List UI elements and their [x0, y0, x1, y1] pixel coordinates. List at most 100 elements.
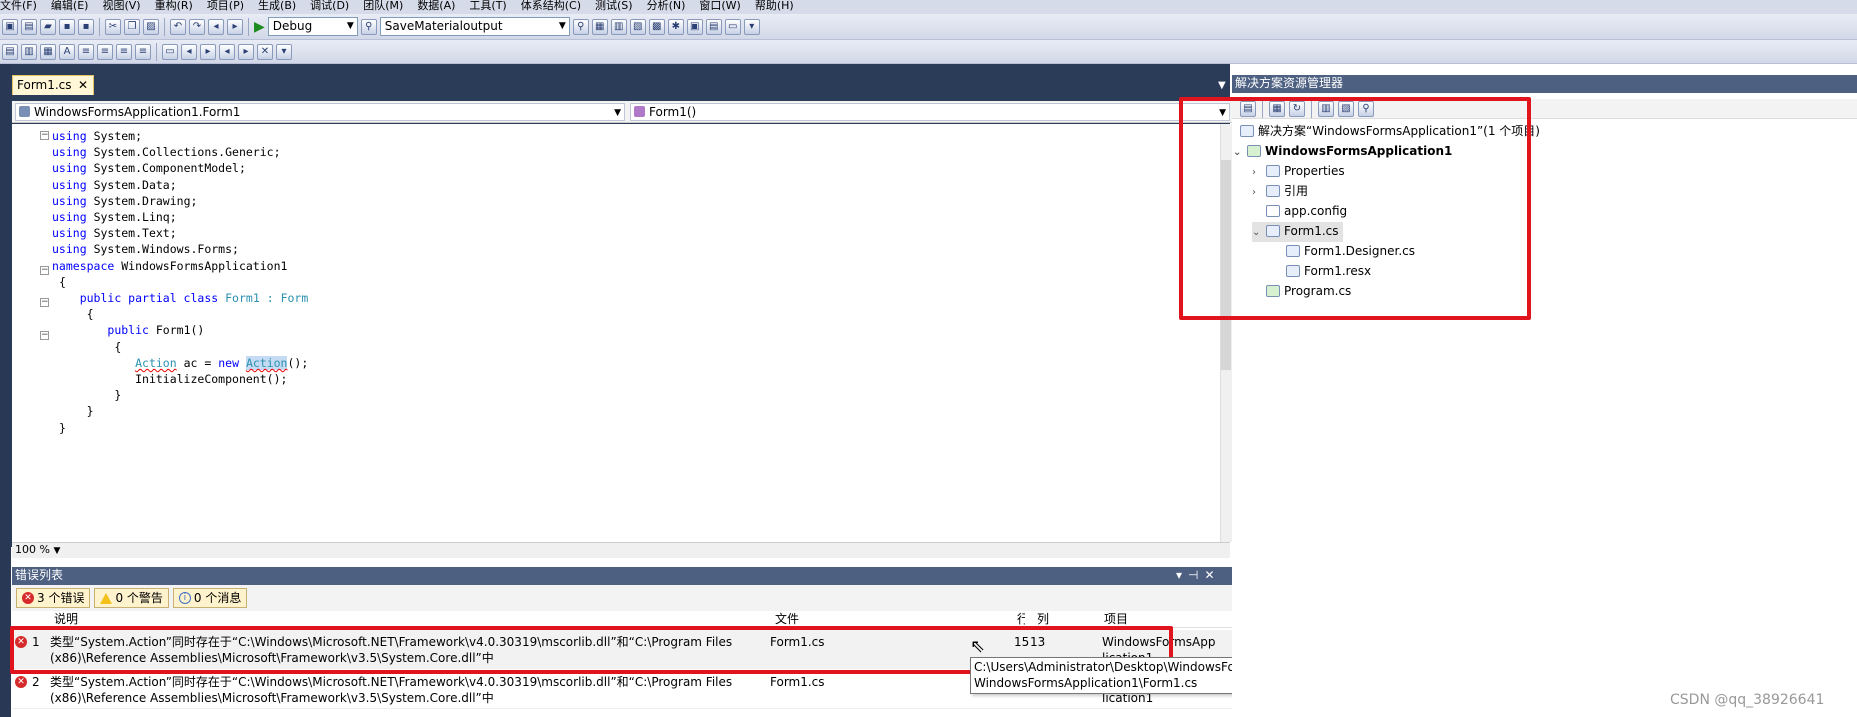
- member-dropdown[interactable]: Form1() ▼: [630, 103, 1230, 121]
- code-line: public Form1(): [107, 323, 205, 338]
- menu-view[interactable]: 视图(V): [102, 0, 140, 12]
- menu-team[interactable]: 团队(M): [363, 0, 403, 12]
- undo-icon[interactable]: ↶: [170, 18, 186, 35]
- redo-icon[interactable]: ↷: [189, 18, 205, 35]
- toolbar-options-icon[interactable]: ▾: [743, 18, 760, 35]
- menu-architecture[interactable]: 体系结构(C): [521, 0, 581, 12]
- code-line: using System.Drawing;: [52, 193, 198, 208]
- copy-icon[interactable]: ❐: [124, 18, 140, 35]
- menu-test[interactable]: 测试(S): [595, 0, 633, 12]
- find-in-files-icon[interactable]: ⚲: [360, 18, 377, 35]
- collapse-icon[interactable]: −: [40, 298, 49, 307]
- next-bookmark-icon[interactable]: ▸: [200, 43, 216, 60]
- code-line: using System.Collections.Generic;: [52, 145, 281, 160]
- code-line: }: [114, 388, 122, 403]
- menu-help[interactable]: 帮助(H): [755, 0, 794, 12]
- code-line: {: [114, 339, 122, 354]
- type-dropdown[interactable]: WindowsFormsApplication1.Form1 ▼: [15, 103, 625, 121]
- settings-icon[interactable]: ✱: [667, 18, 684, 35]
- menu-build[interactable]: 生成(B): [258, 0, 296, 12]
- standard-toolbar: ▣ ▤ ▰ ▪ ▪ ✂ ❐ ▨ ↶ ↷ ◂ ▸ ▶ Debug ▼ ⚲ SaveM…: [0, 14, 1857, 40]
- solution-explorer-title: 解决方案资源管理器: [1232, 75, 1857, 93]
- code-line: namespace WindowsFormsApplication1: [52, 258, 288, 273]
- code-line: InitializeComponent();: [135, 372, 288, 387]
- toolbox-icon[interactable]: ▩: [648, 18, 665, 35]
- navigate-back-icon[interactable]: ◂: [208, 18, 224, 35]
- code-line: }: [86, 404, 94, 419]
- prev-bookmark-icon[interactable]: ◂: [181, 43, 197, 60]
- comment-icon[interactable]: ≡: [116, 43, 132, 60]
- open-file-icon[interactable]: ▰: [40, 18, 56, 35]
- menu-refactor[interactable]: 重构(R): [155, 0, 193, 12]
- extension-manager-icon[interactable]: ▤: [705, 18, 722, 35]
- zoom-bar: 100 % ▼: [12, 542, 1230, 558]
- left-dock-edge: [0, 64, 11, 717]
- toolbar-options-icon[interactable]: ▾: [276, 43, 292, 60]
- next-bookmark-folder-icon[interactable]: ▸: [238, 43, 254, 60]
- parameter-info-icon[interactable]: ▥: [21, 43, 37, 60]
- code-line: using System.Data;: [52, 177, 177, 192]
- code-line: public partial class Form1 : Form: [79, 291, 309, 306]
- paste-icon[interactable]: ▨: [143, 18, 159, 35]
- collapse-icon[interactable]: −: [40, 131, 49, 140]
- errors-filter-button[interactable]: ✕ 3 个错误: [16, 588, 91, 608]
- menu-bar: 文件(F) 编辑(E) 视图(V) 重构(R) 项目(P) 生成(B) 调试(D) 团队(M)…: [0, 0, 1857, 14]
- code-line: Action ac = new Action();: [135, 355, 309, 370]
- menu-project[interactable]: 项目(P): [207, 0, 244, 12]
- clear-bookmarks-icon[interactable]: ✕: [257, 43, 273, 60]
- window-controls[interactable]: ▾⊣✕: [1176, 567, 1221, 584]
- warnings-filter-button[interactable]: 0 个警告: [94, 588, 169, 608]
- menu-window[interactable]: 窗口(W): [699, 0, 740, 12]
- menu-edit[interactable]: 编辑(E): [51, 0, 89, 12]
- new-project-icon[interactable]: ▣: [2, 18, 18, 35]
- indent-icon[interactable]: ≡: [97, 43, 113, 60]
- start-page-icon[interactable]: ▣: [686, 18, 703, 35]
- solution-explorer-icon[interactable]: ▦: [591, 18, 608, 35]
- info-icon: i: [178, 592, 191, 604]
- chevron-down-icon: ▼: [346, 21, 354, 31]
- find-combo[interactable]: SaveMaterialoutput ▼: [379, 17, 570, 36]
- chevron-down-icon: ▼: [558, 21, 566, 31]
- quick-info-icon[interactable]: ▦: [40, 43, 56, 60]
- close-icon[interactable]: ✕: [78, 76, 88, 94]
- outdent-icon[interactable]: ≡: [78, 43, 94, 60]
- warning-icon: [100, 592, 113, 604]
- error-icon: ✕: [22, 592, 34, 604]
- code-line: using System;: [52, 129, 143, 143]
- menu-tools[interactable]: 工具(T): [469, 0, 506, 12]
- menu-file[interactable]: 文件(F): [0, 0, 37, 12]
- menu-data[interactable]: 数据(A): [417, 0, 455, 12]
- code-line: }: [58, 420, 66, 435]
- collapse-icon[interactable]: −: [40, 266, 49, 275]
- command-window-icon[interactable]: ▭: [724, 18, 741, 35]
- bookmark-icon[interactable]: ▭: [162, 43, 178, 60]
- tab-dropdown-icon[interactable]: ▼: [1218, 80, 1226, 91]
- complete-word-icon[interactable]: A: [59, 43, 75, 60]
- save-icon[interactable]: ▪: [59, 18, 75, 35]
- menu-analyze[interactable]: 分析(N): [647, 0, 686, 12]
- tab-form1-cs[interactable]: Form1.cs ✕: [12, 75, 94, 95]
- find-icon[interactable]: ⚲: [572, 18, 589, 35]
- menu-debug[interactable]: 调试(D): [310, 0, 349, 12]
- navigate-forward-icon[interactable]: ▸: [227, 18, 243, 35]
- list-members-icon[interactable]: ▤: [2, 43, 18, 60]
- object-browser-icon[interactable]: ▧: [629, 18, 646, 35]
- collapse-icon[interactable]: −: [40, 331, 49, 340]
- code-text[interactable]: using System; using System.Collections.Ge…: [52, 128, 308, 436]
- uncomment-icon[interactable]: ≡: [135, 43, 151, 60]
- zoom-select[interactable]: 100 %: [15, 543, 50, 556]
- properties-window-icon[interactable]: ▥: [610, 18, 627, 35]
- start-debug-icon[interactable]: ▶: [254, 19, 265, 35]
- prev-bookmark-folder-icon[interactable]: ◂: [219, 43, 235, 60]
- code-line: using System.Windows.Forms;: [52, 242, 239, 257]
- save-all-icon[interactable]: ▪: [78, 18, 94, 35]
- chevron-down-icon: ▼: [614, 108, 621, 118]
- chevron-down-icon[interactable]: ▼: [53, 546, 60, 556]
- cut-icon[interactable]: ✂: [105, 18, 121, 35]
- error-list-filters: ✕ 3 个错误 0 个警告 i0 个消息: [12, 585, 1232, 611]
- solution-config-select[interactable]: Debug ▼: [267, 17, 358, 36]
- add-item-icon[interactable]: ▤: [21, 18, 37, 35]
- code-line: using System.Linq;: [52, 210, 177, 225]
- solution-highlight-box: [1179, 97, 1531, 320]
- messages-filter-button[interactable]: i0 个消息: [172, 588, 248, 608]
